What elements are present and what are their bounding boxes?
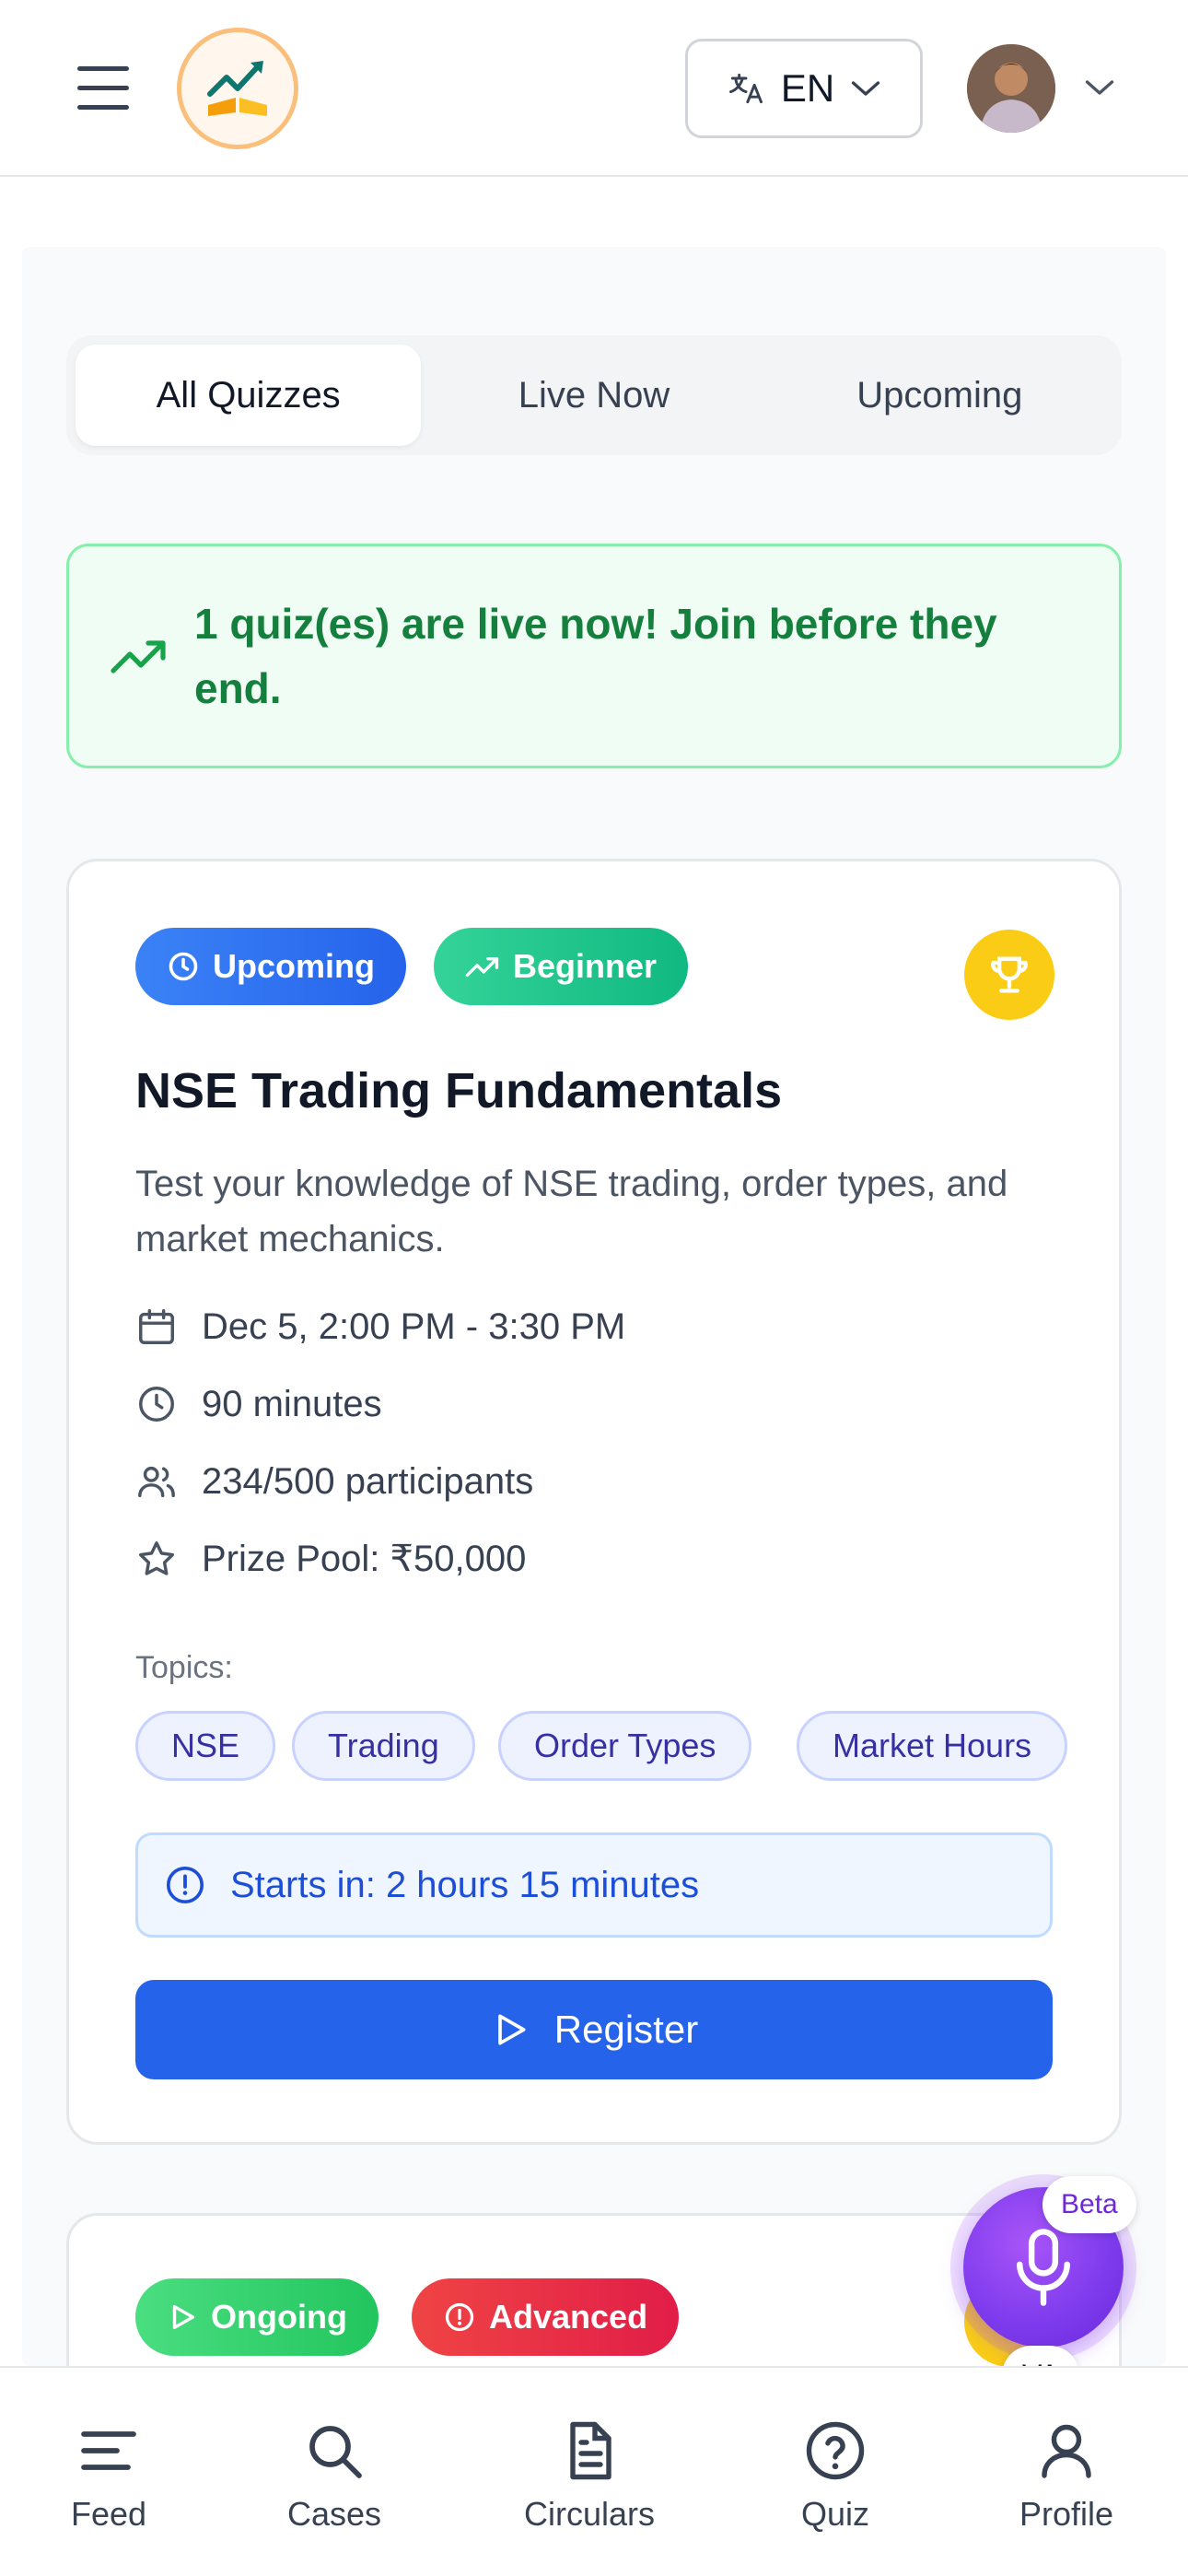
bottom-nav: Feed Cases Circulars Quiz Profile	[0, 2366, 1188, 2576]
app-root: EN All Quizzes Live Now Upcoming 1 quiz(…	[0, 0, 1188, 2576]
top-header: EN	[0, 0, 1188, 177]
topic-chip: Trading	[292, 1711, 475, 1781]
level-badge-label: Beginner	[513, 947, 658, 985]
countdown-banner: Starts in: 2 hours 15 minutes	[135, 1832, 1053, 1938]
quiz-page: All Quizzes Live Now Upcoming 1 quiz(es)…	[22, 247, 1166, 2489]
trending-up-icon	[465, 957, 499, 978]
topics-label: Topics:	[135, 1650, 233, 1685]
nav-label: Profile	[1019, 2495, 1114, 2533]
level-badge: Beginner	[434, 928, 689, 1005]
clock-icon	[169, 952, 198, 981]
logo-graphic	[207, 61, 267, 116]
nav-item-feed[interactable]: Feed	[70, 2418, 147, 2534]
quiz-duration-text: 90 minutes	[202, 1383, 382, 1424]
microphone-icon	[1017, 2229, 1070, 2306]
users-icon	[138, 1466, 175, 1498]
alert-circle-icon	[445, 2302, 474, 2332]
nav-item-circulars[interactable]: Circulars	[523, 2418, 656, 2534]
chevron-down-icon	[852, 81, 880, 96]
quiz-prize: Prize Pool: ₹50,000	[135, 1538, 526, 1580]
trophy-glyph	[991, 956, 1028, 993]
quiz-title: NSE Trading Fundamentals	[135, 1063, 783, 1118]
quiz-tabs: All Quizzes Live Now Upcoming	[66, 335, 1122, 455]
quiz-prize-text: Prize Pool: ₹50,000	[202, 1539, 527, 1579]
trophy-icon	[964, 930, 1054, 1020]
tab-upcoming[interactable]: Upcoming	[767, 345, 1112, 446]
quiz-schedule-text: Dec 5, 2:00 PM - 3:30 PM	[202, 1306, 626, 1347]
alert-circle-icon	[166, 1866, 204, 1904]
translate-icon	[728, 73, 763, 104]
clock-icon	[139, 1387, 174, 1422]
beta-badge: Beta	[1042, 2176, 1136, 2233]
tab-all-quizzes[interactable]: All Quizzes	[76, 345, 422, 446]
quiz-description: Test your knowledge of NSE trading, orde…	[135, 1164, 1008, 1259]
nav-label: Circulars	[523, 2495, 655, 2533]
topic-chip: Order Types	[498, 1711, 752, 1781]
calendar-icon	[139, 1309, 174, 1344]
nav-item-profile[interactable]: Profile	[1017, 2418, 1116, 2534]
play-icon	[497, 2014, 526, 2045]
language-selector[interactable]: EN	[685, 39, 923, 138]
register-label: Register	[553, 2008, 699, 2051]
help-circle-icon	[806, 2421, 865, 2480]
level-badge-label: Advanced	[489, 2298, 648, 2336]
avatar-image	[967, 44, 1055, 133]
quiz-duration: 90 minutes	[135, 1383, 382, 1425]
tab-live-now[interactable]: Live Now	[421, 345, 766, 446]
play-icon	[172, 2304, 195, 2330]
nav-item-cases[interactable]: Cases	[287, 2418, 381, 2534]
nav-label: Cases	[286, 2495, 382, 2533]
status-badge: Upcoming	[135, 928, 406, 1005]
nav-item-quiz[interactable]: Quiz	[796, 2418, 875, 2534]
search-icon	[309, 2426, 362, 2478]
topic-chip: Market Hours	[797, 1711, 1068, 1781]
level-badge: Advanced	[412, 2278, 680, 2356]
app-logo[interactable]	[177, 28, 298, 149]
status-badge-label: Upcoming	[213, 947, 375, 985]
nav-label: Quiz	[800, 2495, 870, 2533]
quiz-card: Upcoming Beginner NSE Trading Fundamenta…	[66, 859, 1122, 2145]
trending-up-icon	[111, 640, 166, 673]
status-badge: Ongoing	[135, 2278, 379, 2356]
quiz-participants: 234/500 participants	[135, 1460, 533, 1503]
user-icon	[1042, 2424, 1091, 2478]
countdown-text: Starts in: 2 hours 15 minutes	[230, 1864, 700, 1905]
avatar[interactable]	[967, 44, 1055, 133]
star-icon	[139, 1541, 174, 1575]
nav-label: Feed	[70, 2495, 147, 2533]
document-icon	[570, 2421, 611, 2480]
live-alert: 1 quiz(es) are live now! Join before the…	[66, 544, 1122, 768]
quiz-schedule: Dec 5, 2:00 PM - 3:30 PM	[135, 1306, 625, 1348]
live-alert-text: 1 quiz(es) are live now! Join before the…	[194, 600, 997, 712]
language-code: EN	[780, 66, 835, 110]
quiz-participants-text: 234/500 participants	[202, 1460, 534, 1502]
menu-icon[interactable]	[77, 66, 131, 111]
profile-chevron-icon[interactable]	[1083, 74, 1116, 101]
topic-chip: NSE	[135, 1711, 276, 1781]
status-badge-label: Ongoing	[211, 2298, 347, 2336]
register-button[interactable]: Register	[135, 1980, 1053, 2079]
feed-icon	[81, 2431, 136, 2470]
